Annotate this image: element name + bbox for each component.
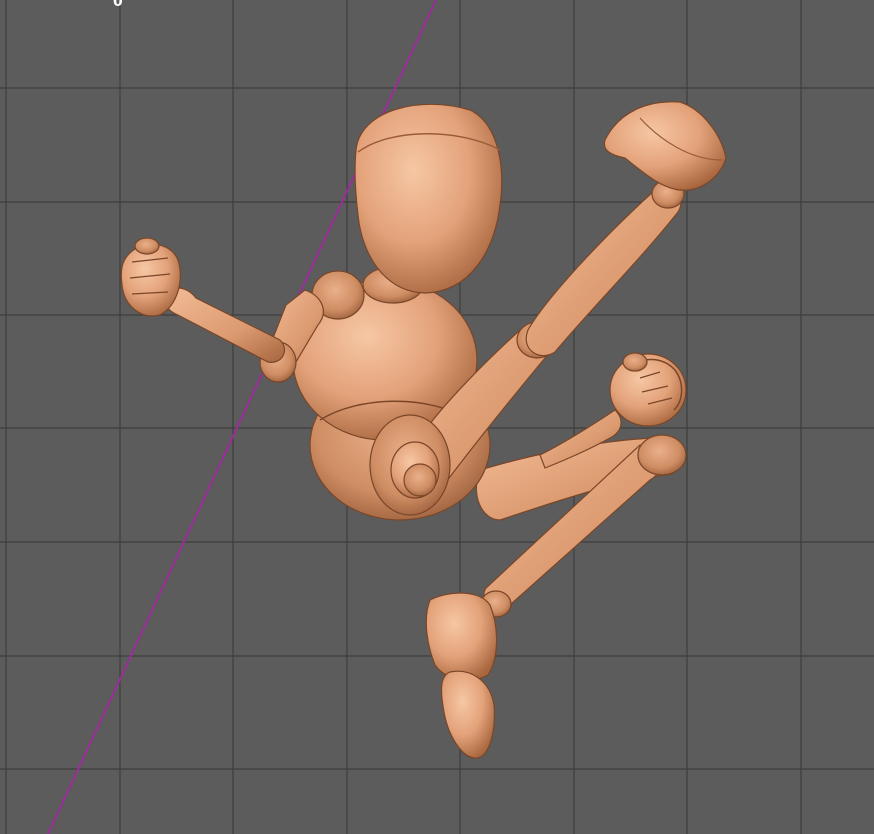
mannequin-figure[interactable] [120, 101, 727, 759]
3d-viewport[interactable]: 0 [0, 0, 874, 834]
viewport-canvas [0, 0, 874, 834]
